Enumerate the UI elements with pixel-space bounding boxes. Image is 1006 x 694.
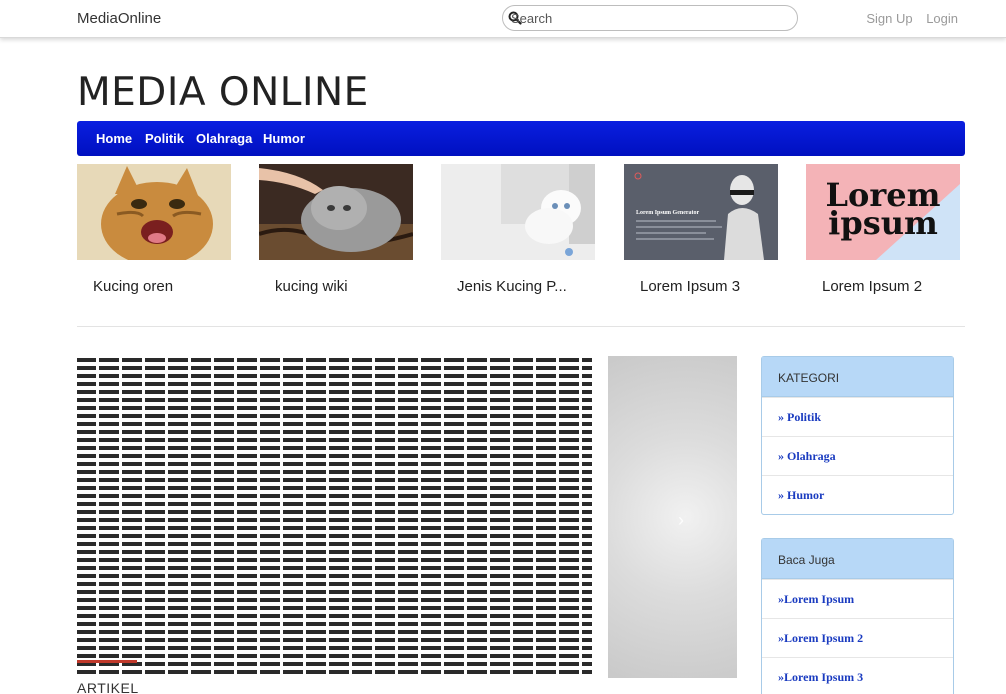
card-caption[interactable]: Lorem Ipsum 2 [822,278,922,295]
category-link[interactable]: » Humor [762,475,953,514]
nav-olahraga[interactable]: Olahraga [196,131,252,146]
card-thumbnail[interactable]: Lorem Ipsum Generator [624,164,778,260]
login-link[interactable]: Login [926,11,958,26]
site-title: MEDIA ONLINE [77,70,369,115]
nav-humor[interactable]: Humor [263,131,305,146]
section-heading: ARTIKEL [77,680,139,694]
thumb-ipsum: ipsum [828,204,938,242]
card-thumbnail[interactable] [441,164,595,260]
card-thumbnail[interactable] [77,164,231,260]
card-caption[interactable]: Lorem Ipsum 3 [640,278,740,295]
auth-links: Sign Up Login [856,11,958,26]
news-card[interactable]: Lorem ipsum Lorem Ipsum 2 [806,164,960,295]
panel-heading: Baca Juga [762,539,953,579]
news-card[interactable]: Jenis Kucing P... [441,164,595,295]
newspaper-texture [77,356,592,678]
brand-link[interactable]: MediaOnline [77,10,161,27]
signup-link[interactable]: Sign Up [866,11,912,26]
search-box[interactable] [502,5,798,31]
news-card[interactable]: kucing wiki [259,164,413,295]
kategori-panel: KATEGORI » Politik » Olahraga » Humor [761,356,954,515]
related-link[interactable]: »Lorem Ipsum 3 [762,657,953,694]
carousel-next-slide[interactable] [608,356,737,678]
main-nav: Home Politik Olahraga Humor [77,121,965,156]
related-link[interactable]: »Lorem Ipsum 2 [762,618,953,657]
search-input[interactable] [511,8,791,28]
carousel-slide-image[interactable] [77,356,592,678]
baca-juga-panel: Baca Juga »Lorem Ipsum »Lorem Ipsum 2 »L… [761,538,954,694]
card-thumbnail[interactable] [259,164,413,260]
nav-home[interactable]: Home [96,131,132,146]
card-caption[interactable]: kucing wiki [275,278,348,295]
category-link[interactable]: » Politik [762,397,953,436]
section-divider [77,326,965,327]
thumb-title: Lorem Ipsum Generator [636,210,700,216]
card-caption[interactable]: Jenis Kucing P... [457,278,567,295]
card-thumbnail[interactable]: Lorem ipsum [806,164,960,260]
top-navbar: MediaOnline Sign Up Login [0,0,1006,38]
nav-politik[interactable]: Politik [145,131,184,146]
category-link[interactable]: » Olahraga [762,436,953,475]
news-card[interactable]: Lorem Ipsum Generator Lorem Ipsum 3 [624,164,778,295]
related-link[interactable]: »Lorem Ipsum [762,579,953,618]
chevron-right-icon[interactable]: › [678,510,684,531]
panel-heading: KATEGORI [762,357,953,397]
news-card[interactable]: Kucing oren [77,164,231,295]
card-caption[interactable]: Kucing oren [93,278,173,295]
